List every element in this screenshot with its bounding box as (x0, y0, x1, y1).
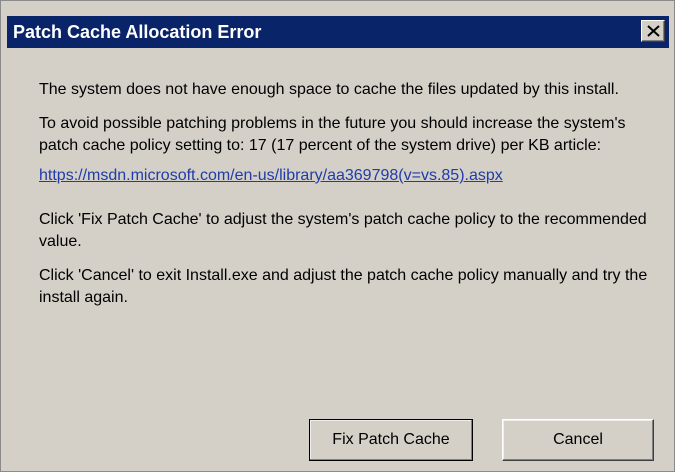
close-button[interactable] (641, 20, 665, 42)
kb-article-link[interactable]: https://msdn.microsoft.com/en-us/library… (39, 165, 503, 187)
message-paragraph-3: Click 'Fix Patch Cache' to adjust the sy… (39, 211, 647, 250)
button-row: Fix Patch Cache Cancel (309, 419, 664, 461)
message-paragraph-1: The system does not have enough space to… (39, 81, 619, 98)
message-paragraph-4: Click 'Cancel' to exit Install.exe and a… (39, 267, 648, 306)
message-paragraph-2: To avoid possible patching problems in t… (39, 115, 626, 154)
dialog-window: Patch Cache Allocation Error The system … (0, 0, 675, 472)
title-bar[interactable]: Patch Cache Allocation Error (7, 16, 669, 48)
fix-patch-cache-button[interactable]: Fix Patch Cache (309, 419, 473, 461)
close-icon (647, 25, 660, 37)
dialog-title: Patch Cache Allocation Error (13, 22, 262, 42)
cancel-button[interactable]: Cancel (502, 419, 654, 461)
message-area: The system does not have enough space to… (39, 79, 649, 309)
